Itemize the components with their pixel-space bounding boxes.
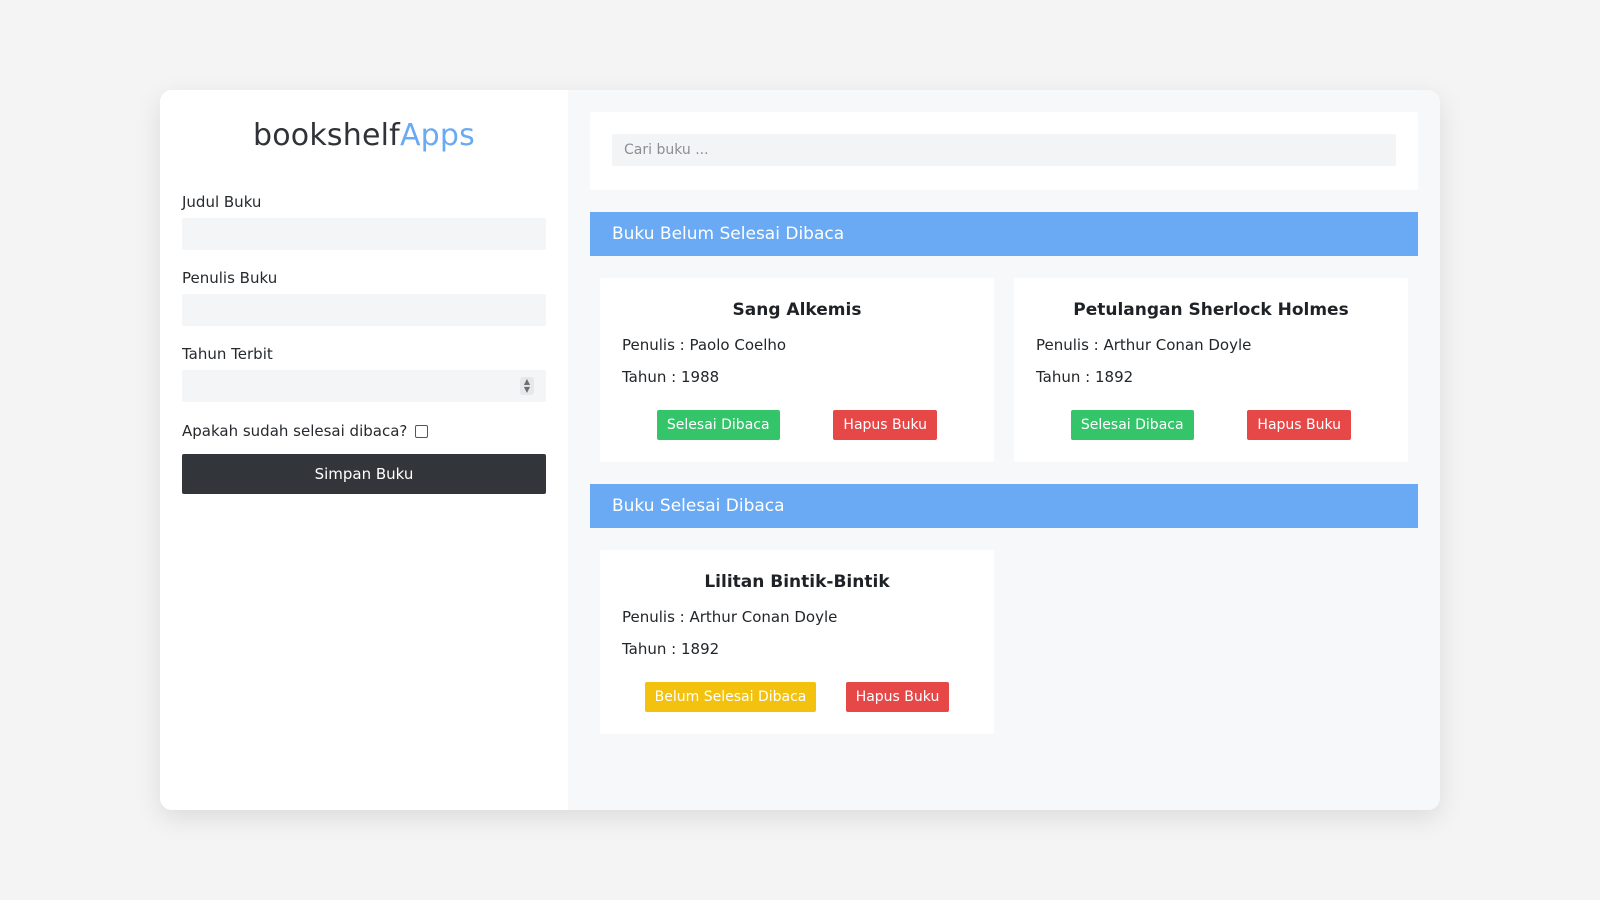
book-card: Lilitan Bintik-Bintik Penulis : Arthur C… <box>600 550 994 734</box>
stepper-down-icon[interactable]: ▼ <box>524 386 530 394</box>
finished-label: Apakah sudah selesai dibaca? <box>182 422 408 440</box>
content-panel: Buku Belum Selesai Dibaca Sang Alkemis P… <box>568 90 1440 810</box>
book-actions: Belum Selesai Dibaca Hapus Buku <box>600 682 994 712</box>
logo-part-apps: Apps <box>399 118 475 153</box>
book-title: Petulangan Sherlock Holmes <box>1073 300 1349 320</box>
book-author: Penulis : Paolo Coelho <box>622 336 787 354</box>
book-title: Sang Alkemis <box>732 300 862 320</box>
delete-book-button[interactable]: Hapus Buku <box>833 410 938 440</box>
book-card: Petulangan Sherlock Holmes Penulis : Art… <box>1014 278 1408 462</box>
app-logo: bookshelfApps <box>182 116 546 156</box>
book-actions: Selesai Dibaca Hapus Buku <box>600 410 994 440</box>
delete-book-button[interactable]: Hapus Buku <box>845 682 950 712</box>
finished-section-header: Buku Selesai Dibaca <box>590 484 1418 528</box>
book-author: Penulis : Arthur Conan Doyle <box>1036 336 1252 354</box>
delete-book-button[interactable]: Hapus Buku <box>1247 410 1352 440</box>
form-panel: bookshelfApps Judul Buku Penulis Buku Ta… <box>160 90 568 810</box>
year-stepper-icon[interactable]: ▲ ▼ <box>520 377 534 395</box>
unfinished-section-header: Buku Belum Selesai Dibaca <box>590 212 1418 256</box>
unfinished-book-list: Sang Alkemis Penulis : Paolo Coelho Tahu… <box>590 256 1418 462</box>
book-year: Tahun : 1892 <box>622 640 720 658</box>
year-field: ▲ ▼ <box>182 370 546 420</box>
search-card <box>590 112 1418 190</box>
book-author: Penulis : Arthur Conan Doyle <box>622 608 838 626</box>
logo-part-bookshelf: bookshelf <box>253 118 400 153</box>
year-label: Tahun Terbit <box>182 345 273 363</box>
mark-finished-button[interactable]: Selesai Dibaca <box>1070 410 1194 440</box>
search-input[interactable] <box>612 134 1396 166</box>
year-input[interactable] <box>182 370 546 402</box>
finished-book-list: Lilitan Bintik-Bintik Penulis : Arthur C… <box>590 528 1418 734</box>
book-year: Tahun : 1892 <box>1036 368 1134 386</box>
book-year: Tahun : 1988 <box>622 368 720 386</box>
title-label: Judul Buku <box>182 193 262 211</box>
author-label: Penulis Buku <box>182 269 278 287</box>
mark-finished-button[interactable]: Selesai Dibaca <box>656 410 780 440</box>
app-window: bookshelfApps Judul Buku Penulis Buku Ta… <box>160 90 1440 810</box>
book-title: Lilitan Bintik-Bintik <box>704 572 890 592</box>
author-input[interactable] <box>182 294 546 326</box>
title-input[interactable] <box>182 218 546 250</box>
save-book-button[interactable]: Simpan Buku <box>182 454 546 494</box>
book-card: Sang Alkemis Penulis : Paolo Coelho Tahu… <box>600 278 994 462</box>
mark-unfinished-button[interactable]: Belum Selesai Dibaca <box>644 682 817 712</box>
finished-row: Apakah sudah selesai dibaca? <box>182 422 546 440</box>
finished-checkbox[interactable] <box>415 424 429 438</box>
book-actions: Selesai Dibaca Hapus Buku <box>1014 410 1408 440</box>
